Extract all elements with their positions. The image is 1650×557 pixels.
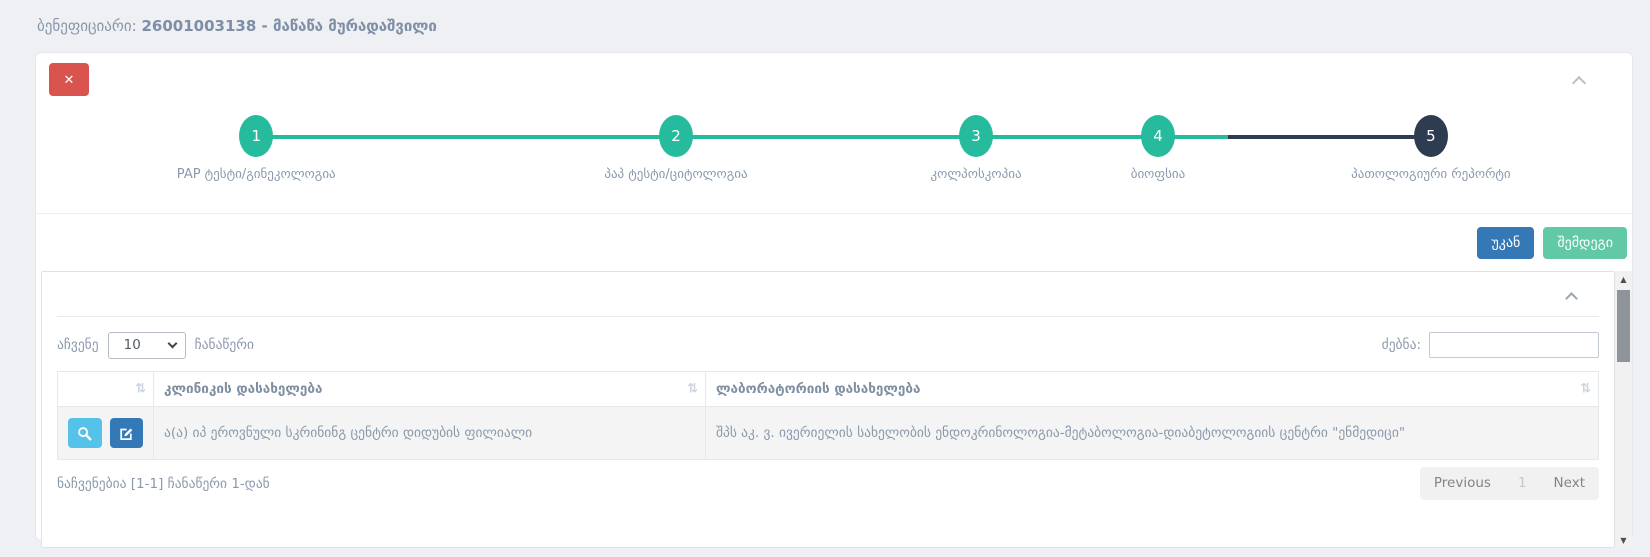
step-1-pap-test-gynecology[interactable]: 1 PAP ტესტი/გინეკოლოგია xyxy=(239,115,273,157)
back-button[interactable]: უკან xyxy=(1477,227,1534,259)
laboratory-cell: შპს აკ. ვ. ივერიელის სახელობის ენდოკრინო… xyxy=(706,407,1599,460)
results-collapse-toggle[interactable] xyxy=(1567,288,1576,307)
search-label: ძებნა: xyxy=(1382,337,1421,353)
step-circle: 1 xyxy=(239,115,273,157)
step-number: 5 xyxy=(1426,127,1436,145)
step-label: პათოლოგიური რეპორტი xyxy=(1351,167,1511,182)
step-number: 1 xyxy=(251,127,261,145)
step-4-biopsy[interactable]: 4 ბიოფსია xyxy=(1141,115,1175,157)
step-label: ბიოფსია xyxy=(1131,167,1186,182)
search-control: ძებნა: xyxy=(1382,332,1599,358)
scroll-down-arrow[interactable]: ▼ xyxy=(1615,532,1632,548)
chevron-up-icon xyxy=(1565,292,1578,305)
step-number: 2 xyxy=(671,127,681,145)
close-icon: ✕ xyxy=(64,73,75,88)
stepper-remaining-line xyxy=(1228,135,1431,139)
step-circle: 4 xyxy=(1141,115,1175,157)
step-circle: 2 xyxy=(659,115,693,157)
step-number: 3 xyxy=(971,127,981,145)
step-label: კოლპოსკოპია xyxy=(930,167,1021,182)
length-label-suffix: ჩანაწერი xyxy=(195,337,254,353)
divider xyxy=(57,316,1599,317)
column-header-actions[interactable]: ⇅ xyxy=(58,372,154,407)
edit-pencil-icon xyxy=(119,426,133,440)
scrollbar-track xyxy=(1615,287,1632,532)
results-table: ⇅ კლინიკის დასახელება ⇅ ლაბორატორიის დას… xyxy=(57,371,1599,460)
wizard-stepper: 1 PAP ტესტი/გინეკოლოგია 2 პაპ ტესტი/ციტო… xyxy=(36,115,1632,213)
pagination-page-1[interactable]: 1 xyxy=(1505,467,1540,500)
results-panel: აჩვენე 10 ჩანაწერი ძებნა: xyxy=(41,271,1615,548)
step-label: პაპ ტესტი/ციტოლოგია xyxy=(604,167,747,182)
panel-collapse-toggle[interactable] xyxy=(1574,73,1584,92)
row-actions-cell xyxy=(58,407,154,460)
chevron-up-icon xyxy=(1572,76,1586,90)
length-label-prefix: აჩვენე xyxy=(57,337,99,353)
page-length-value: 10 xyxy=(124,337,141,353)
step-5-pathology-report[interactable]: 5 პათოლოგიური რეპორტი xyxy=(1414,115,1448,157)
sort-icon: ⇅ xyxy=(135,382,146,397)
table-controls: აჩვენე 10 ჩანაწერი ძებნა: xyxy=(57,331,1599,359)
close-button[interactable]: ✕ xyxy=(49,63,89,96)
sort-icon: ⇅ xyxy=(687,382,698,397)
pagination-next[interactable]: Next xyxy=(1540,467,1599,500)
table-row: ა(ა) იპ ეროვნული სკრინინგ ცენტრი დიდუბის… xyxy=(58,407,1599,460)
page-length-select[interactable]: 10 xyxy=(108,332,186,359)
page-title: ბენეფიციარი: 26001003138 - მაწაწა მურადა… xyxy=(0,0,1650,52)
chevron-down-icon xyxy=(167,338,177,348)
view-button[interactable] xyxy=(68,418,102,448)
table-footer: ნაჩვენებია [1-1] ჩანაწერი 1-დან Previous… xyxy=(57,467,1599,500)
scrollbar-thumb[interactable] xyxy=(1617,290,1630,362)
beneficiary-label: ბენეფიციარი: xyxy=(37,17,137,35)
clinic-cell: ა(ა) იპ ეროვნული სკრინინგ ცენტრი დიდუბის… xyxy=(154,407,706,460)
step-circle: 5 xyxy=(1414,115,1448,157)
stepper-progress-line xyxy=(256,135,1228,139)
step-label: PAP ტესტი/გინეკოლოგია xyxy=(177,167,336,182)
search-input[interactable] xyxy=(1429,332,1599,358)
wizard-panel: ✕ 1 PAP ტესტი/გინეკოლოგია 2 პაპ ტესტი/ცი… xyxy=(35,52,1633,541)
beneficiary-value: 26001003138 - მაწაწა მურადაშვილი xyxy=(141,17,436,35)
column-label: ლაბორატორიის დასახელება xyxy=(716,381,920,397)
search-icon xyxy=(77,426,92,441)
pagination: Previous 1 Next xyxy=(1420,467,1599,500)
scroll-up-arrow[interactable]: ▲ xyxy=(1615,271,1632,287)
page-length-control: აჩვენე 10 ჩანაწერი xyxy=(57,332,254,359)
records-info: ნაჩვენებია [1-1] ჩანაწერი 1-დან xyxy=(57,476,270,492)
scroll-region: აჩვენე 10 ჩანაწერი ძებნა: xyxy=(41,271,1632,548)
step-number: 4 xyxy=(1153,127,1163,145)
step-2-pap-test-cytology[interactable]: 2 პაპ ტესტი/ციტოლოგია xyxy=(659,115,693,157)
column-label: კლინიკის დასახელება xyxy=(164,381,323,397)
next-button[interactable]: შემდეგი xyxy=(1543,227,1627,259)
table-header-row: ⇅ კლინიკის დასახელება ⇅ ლაბორატორიის დას… xyxy=(58,372,1599,407)
step-3-colposcopy[interactable]: 3 კოლპოსკოპია xyxy=(959,115,993,157)
column-header-clinic[interactable]: კლინიკის დასახელება ⇅ xyxy=(154,372,706,407)
edit-button[interactable] xyxy=(110,418,144,448)
step-circle: 3 xyxy=(959,115,993,157)
panel-toolbar: ✕ xyxy=(36,53,1632,109)
pagination-previous[interactable]: Previous xyxy=(1420,467,1505,500)
sort-icon: ⇅ xyxy=(1580,382,1591,397)
vertical-scrollbar: ▲ ▼ xyxy=(1615,271,1632,548)
wizard-actions: უკან შემდეგი xyxy=(36,214,1632,271)
column-header-laboratory[interactable]: ლაბორატორიის დასახელება ⇅ xyxy=(706,372,1599,407)
